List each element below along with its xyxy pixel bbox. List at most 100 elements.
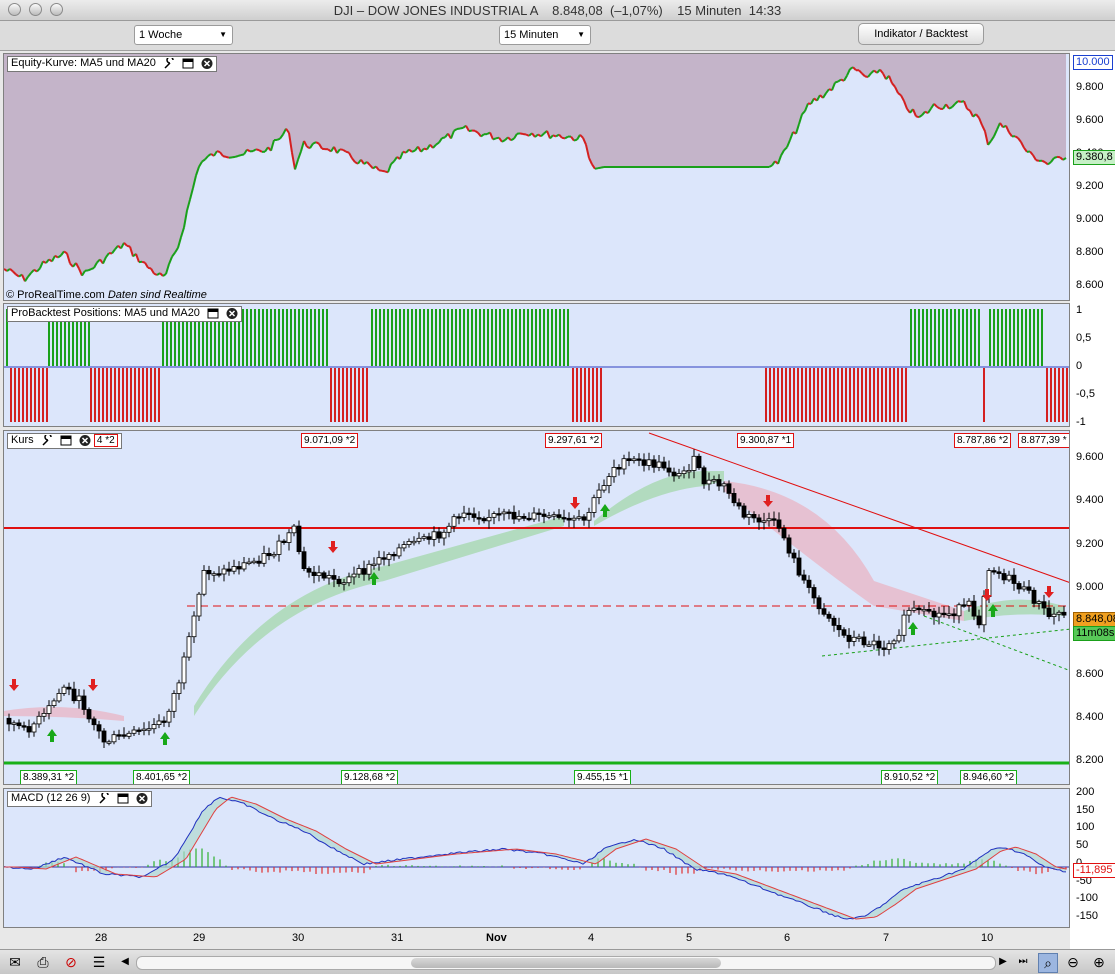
- trend-line-channel: [923, 615, 1069, 671]
- print-icon[interactable]: ⎙: [34, 953, 52, 971]
- candle-body: [281, 540, 287, 543]
- candle-body: [856, 636, 862, 639]
- macd-current-value: -11,895: [1073, 863, 1115, 878]
- candle-body: [596, 489, 602, 498]
- equity-segment: [345, 150, 350, 154]
- list-icon[interactable]: ☰: [90, 953, 108, 971]
- mail-icon[interactable]: ✉: [6, 953, 24, 971]
- candle-body: [716, 479, 722, 487]
- candle-body: [216, 573, 222, 576]
- candle-body: [901, 614, 907, 636]
- price-axis-tick: 8.400: [1076, 710, 1104, 723]
- candle-body: [576, 516, 582, 519]
- x-axis-label: 28: [95, 932, 108, 944]
- close-icon[interactable]: [79, 434, 91, 446]
- candle-body: [666, 467, 672, 473]
- candle-body: [41, 712, 47, 717]
- candle-body: [351, 573, 357, 578]
- candle-body: [171, 693, 177, 712]
- candle-body: [21, 725, 27, 728]
- price-flag-low: 9.128,68 *2: [341, 770, 399, 784]
- candle-body: [121, 734, 127, 737]
- equity-segment: [411, 149, 416, 153]
- candle-body: [341, 582, 347, 585]
- scrollbar-thumb[interactable]: [411, 958, 721, 968]
- candle-body: [791, 552, 797, 559]
- candle-body: [926, 608, 932, 612]
- candle-body: [371, 563, 377, 567]
- wrench-icon[interactable]: [98, 792, 110, 804]
- buy-arrow: [160, 732, 170, 745]
- toolbar: 1 Woche ▼ 15 Minuten ▼ Indikator / Backt…: [0, 21, 1115, 51]
- wrench-icon[interactable]: [163, 57, 175, 69]
- candle-body: [976, 615, 982, 626]
- candle-body: [251, 560, 257, 564]
- price-axis-tick: 8.200: [1076, 754, 1104, 767]
- equity-chart: [4, 54, 1067, 282]
- candle-body: [491, 513, 497, 518]
- x-axis-label: 4: [588, 932, 595, 944]
- candle-body: [526, 517, 532, 521]
- candle-body: [671, 471, 677, 477]
- candle-body: [951, 613, 957, 617]
- candle-body: [1046, 607, 1052, 618]
- candle-body: [196, 593, 202, 617]
- close-icon[interactable]: [201, 57, 213, 69]
- candle-body: [841, 629, 847, 636]
- candle-body: [501, 511, 507, 515]
- x-axis-label: 30: [292, 932, 305, 944]
- candle-body: [311, 571, 317, 576]
- candle-body: [626, 458, 632, 462]
- candle-body: [656, 461, 662, 468]
- price-panel-label: Kurs 4 *2: [7, 433, 122, 449]
- equity-segment: [957, 100, 962, 103]
- zoom-out-icon[interactable]: ⊖: [1064, 953, 1082, 971]
- current-price-value: 8.848,08: [1073, 612, 1115, 627]
- candle-body: [931, 610, 937, 618]
- candle-body: [201, 569, 207, 595]
- window-icon[interactable]: [207, 308, 219, 319]
- candle-body: [426, 536, 432, 540]
- copyright-text: © ProRealTime.com: [6, 289, 105, 301]
- scroll-right-icon[interactable]: ▶: [994, 953, 1012, 971]
- period-select[interactable]: 1 Woche ▼: [134, 25, 233, 45]
- equity-current-value: 9.380,8: [1073, 150, 1115, 165]
- x-axis-label: 29: [193, 932, 206, 944]
- interval-select[interactable]: 15 Minuten ▼: [499, 25, 591, 45]
- scroll-end-icon[interactable]: ⏭: [1014, 953, 1032, 971]
- window-icon[interactable]: [182, 58, 194, 69]
- window-icon[interactable]: [117, 793, 129, 804]
- candle-body: [141, 728, 147, 732]
- candle-body: [186, 636, 192, 658]
- candle-body: [881, 647, 887, 650]
- candle-body: [636, 458, 642, 461]
- candle-body: [536, 512, 542, 515]
- candle-body: [896, 634, 902, 642]
- close-icon[interactable]: [136, 792, 148, 804]
- equity-segment: [240, 153, 245, 157]
- wrench-icon[interactable]: [41, 434, 53, 446]
- indicator-backtest-button[interactable]: Indikator / Backtest: [858, 23, 984, 45]
- close-icon[interactable]: [226, 307, 238, 319]
- candle-body: [16, 722, 22, 727]
- candle-body: [136, 729, 142, 732]
- equity-segment: [216, 150, 221, 154]
- zoom-fit-icon[interactable]: ⌕: [1038, 953, 1058, 973]
- equity-title: Equity-Kurve: MA5 und MA20: [11, 57, 156, 69]
- candle-body: [711, 479, 717, 482]
- candle-body: [736, 502, 742, 507]
- candle-body: [621, 458, 627, 470]
- zoom-in-icon[interactable]: ⊕: [1090, 953, 1108, 971]
- candle-body: [411, 540, 417, 544]
- sell-arrow: [88, 679, 98, 691]
- candle-body: [436, 531, 442, 539]
- scroll-left-icon[interactable]: ◀: [116, 953, 134, 971]
- candle-body: [916, 607, 922, 611]
- window-icon[interactable]: [60, 435, 72, 446]
- equity-segment: [768, 164, 773, 168]
- no-alert-icon[interactable]: ⊘: [62, 953, 80, 971]
- equity-axis-tick: 9.800: [1076, 81, 1104, 93]
- horizontal-scrollbar[interactable]: [136, 956, 996, 970]
- equity-segment: [87, 268, 92, 272]
- candle-body: [651, 459, 657, 468]
